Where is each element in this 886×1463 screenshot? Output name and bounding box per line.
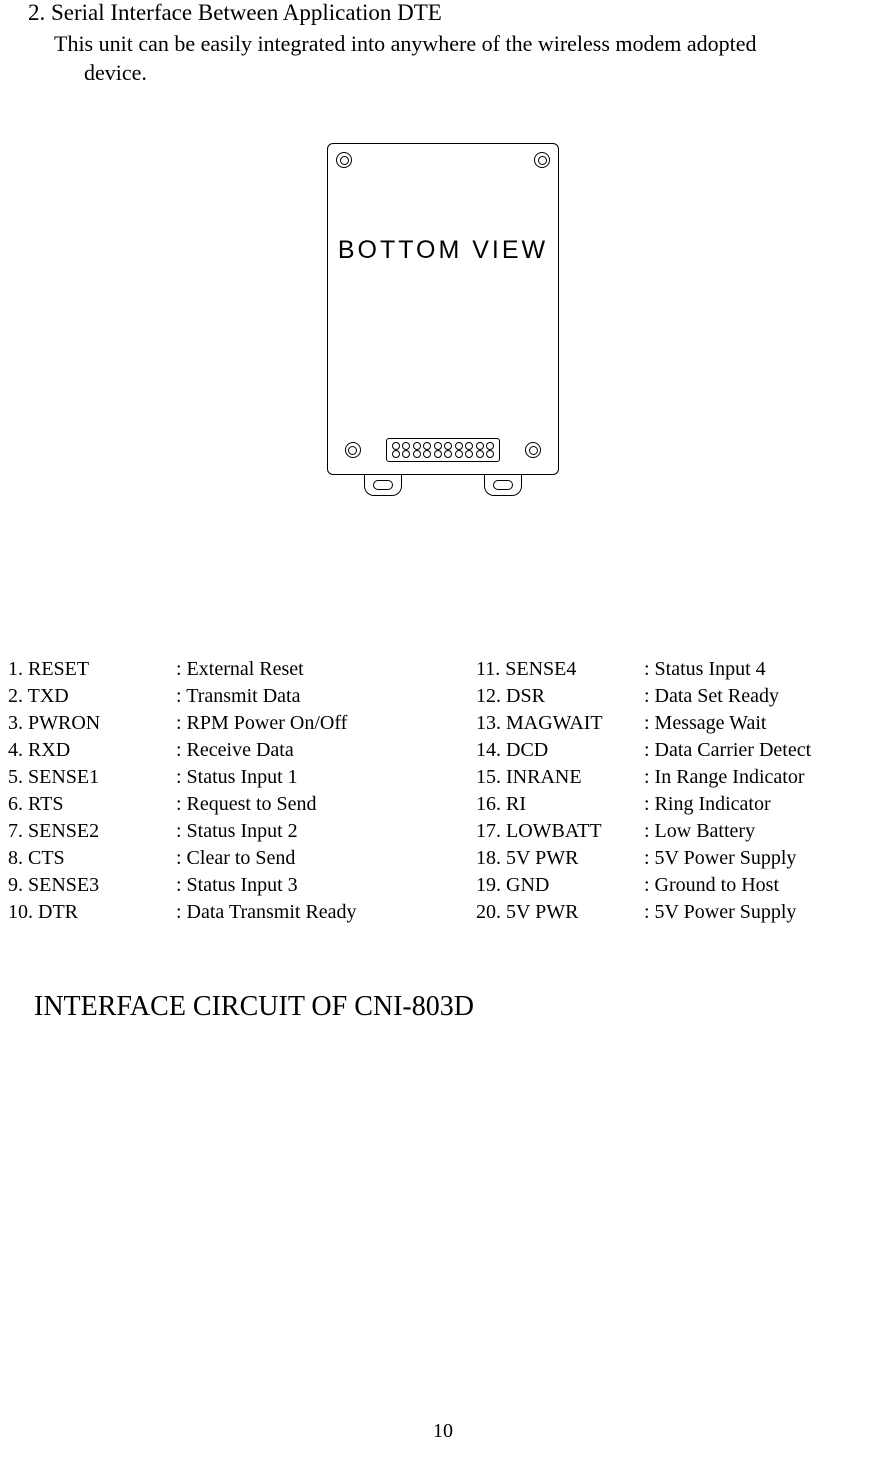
pin-desc: : Status Input 4 (644, 656, 811, 683)
pin-desc: : Status Input 2 (176, 818, 476, 845)
pin-label: 6. RTS (8, 791, 176, 818)
pin-desc: : Status Input 1 (176, 764, 476, 791)
mounting-tab-icon (364, 475, 402, 496)
pin-label: 10. DTR (8, 899, 176, 926)
pin-desc: : Message Wait (644, 710, 811, 737)
pin-label: 15. INRANE (476, 764, 644, 791)
pin-desc: : Data Set Ready (644, 683, 811, 710)
mount-hole-icon (525, 442, 541, 458)
page-number: 10 (0, 1420, 886, 1443)
pin-desc: : Transmit Data (176, 683, 476, 710)
pin-label: 20. 5V PWR (476, 899, 644, 926)
pin-desc: : Ring Indicator (644, 791, 811, 818)
pin-desc: : Clear to Send (176, 845, 476, 872)
pin-desc: : Data Transmit Ready (176, 899, 476, 926)
pin-desc: : External Reset (176, 656, 476, 683)
pin-desc: : Low Battery (644, 818, 811, 845)
pin-row: 2. TXD: Transmit Data (8, 683, 476, 710)
section-heading: 2. Serial Interface Between Application … (28, 0, 886, 26)
pin-row: 7. SENSE2: Status Input 2 (8, 818, 476, 845)
pin-desc: : 5V Power Supply (644, 845, 811, 872)
pin-label: 12. DSR (476, 683, 644, 710)
pin-row: 3. PWRON: RPM Power On/Off (8, 710, 476, 737)
pin-row: 15. INRANE: In Range Indicator (476, 764, 811, 791)
pin-label: 5. SENSE1 (8, 764, 176, 791)
pin-desc: : Data Carrier Detect (644, 737, 811, 764)
pin-label: 3. PWRON (8, 710, 176, 737)
pin-row: 1. RESET: External Reset (8, 656, 476, 683)
pin-label: 19. GND (476, 872, 644, 899)
pin-desc: : Status Input 3 (176, 872, 476, 899)
pin-label: 16. RI (476, 791, 644, 818)
mounting-tab-icon (484, 475, 522, 496)
pin-definition-table: 1. RESET: External Reset 2. TXD: Transmi… (0, 656, 886, 926)
pin-row: 9. SENSE3: Status Input 3 (8, 872, 476, 899)
pin-connector-icon (386, 438, 501, 462)
diagram-label: BOTTOM VIEW (328, 236, 558, 265)
paragraph-line-1: This unit can be easily integrated into … (54, 31, 757, 56)
pin-row: 20. 5V PWR: 5V Power Supply (476, 899, 811, 926)
circuit-heading: INTERFACE CIRCUIT OF CNI-803D (34, 991, 886, 1023)
pin-desc: : Ground to Host (644, 872, 811, 899)
pin-desc: : Request to Send (176, 791, 476, 818)
pin-row: 4. RXD: Receive Data (8, 737, 476, 764)
pin-row: 5. SENSE1: Status Input 1 (8, 764, 476, 791)
pin-row: 10. DTR: Data Transmit Ready (8, 899, 476, 926)
pin-row: 8. CTS: Clear to Send (8, 845, 476, 872)
pin-column-left: 1. RESET: External Reset 2. TXD: Transmi… (8, 656, 476, 926)
bottom-view-diagram: BOTTOM VIEW (0, 143, 886, 481)
pin-label: 7. SENSE2 (8, 818, 176, 845)
pin-row: 14. DCD: Data Carrier Detect (476, 737, 811, 764)
pin-label: 11. SENSE4 (476, 656, 644, 683)
screw-hole-icon (534, 152, 550, 168)
screw-hole-icon (336, 152, 352, 168)
pin-row: 16. RI: Ring Indicator (476, 791, 811, 818)
pin-label: 9. SENSE3 (8, 872, 176, 899)
pin-desc: : Receive Data (176, 737, 476, 764)
pin-label: 14. DCD (476, 737, 644, 764)
pin-desc: : RPM Power On/Off (176, 710, 476, 737)
pin-desc: : In Range Indicator (644, 764, 811, 791)
pin-desc: : 5V Power Supply (644, 899, 811, 926)
pin-label: 4. RXD (8, 737, 176, 764)
pin-row: 17. LOWBATT: Low Battery (476, 818, 811, 845)
pin-label: 18. 5V PWR (476, 845, 644, 872)
pin-column-right: 11. SENSE4: Status Input 4 12. DSR: Data… (476, 656, 811, 926)
pin-label: 17. LOWBATT (476, 818, 644, 845)
pin-row: 19. GND: Ground to Host (476, 872, 811, 899)
pin-row: 18. 5V PWR: 5V Power Supply (476, 845, 811, 872)
paragraph-line-2: device. (54, 59, 866, 88)
pin-label: 2. TXD (8, 683, 176, 710)
pin-label: 13. MAGWAIT (476, 710, 644, 737)
pin-row: 13. MAGWAIT: Message Wait (476, 710, 811, 737)
pin-label: 8. CTS (8, 845, 176, 872)
pin-label: 1. RESET (8, 656, 176, 683)
mount-hole-icon (345, 442, 361, 458)
pin-row: 12. DSR: Data Set Ready (476, 683, 811, 710)
pin-row: 11. SENSE4: Status Input 4 (476, 656, 811, 683)
pin-row: 6. RTS: Request to Send (8, 791, 476, 818)
intro-paragraph: This unit can be easily integrated into … (54, 30, 866, 87)
